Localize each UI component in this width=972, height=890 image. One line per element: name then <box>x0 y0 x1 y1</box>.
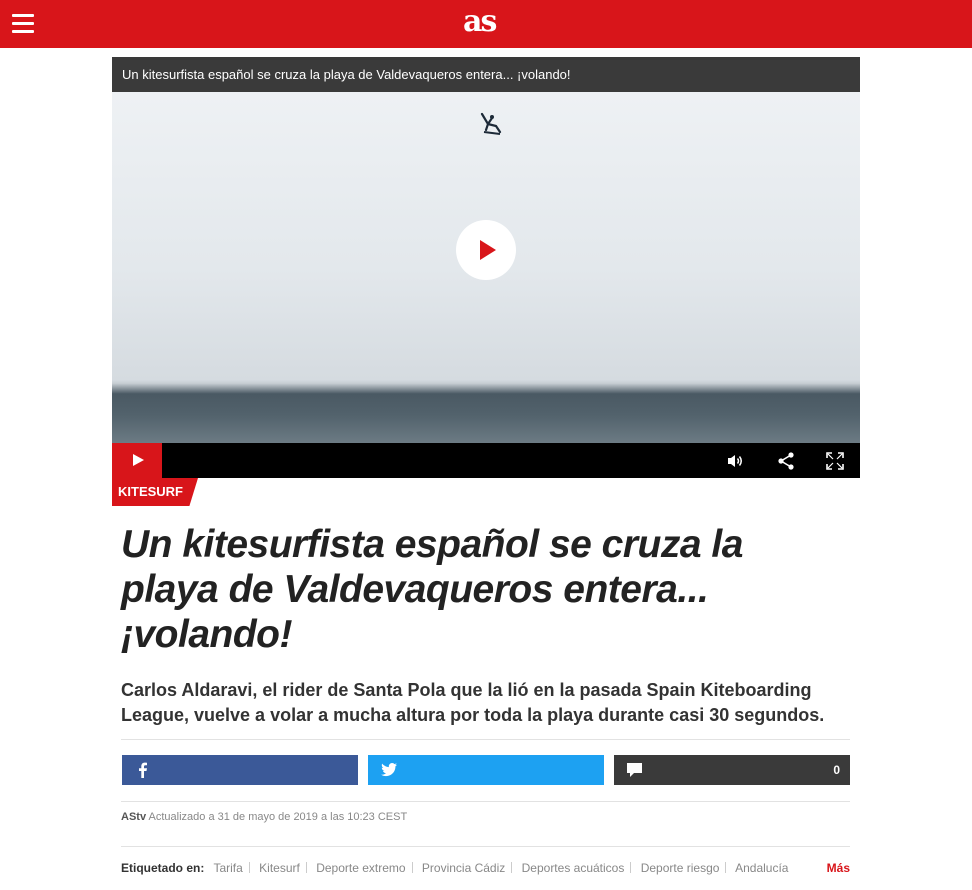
fullscreen-icon[interactable] <box>825 451 845 471</box>
tag-item[interactable]: Deportes acuáticos <box>522 861 625 875</box>
tag-separator <box>248 862 250 873</box>
twitter-icon <box>381 763 397 777</box>
tag-separator <box>630 862 632 873</box>
author-name[interactable]: AStv <box>121 811 146 823</box>
volume-icon[interactable] <box>725 451 745 471</box>
tag-item[interactable]: Tarifa <box>213 861 242 875</box>
video-player[interactable]: Un kitesurfista español se cruza la play… <box>112 57 860 478</box>
kitesurfer-figure <box>480 112 502 135</box>
video-frame[interactable] <box>112 92 860 443</box>
more-tags-link[interactable]: Más <box>827 861 850 875</box>
tag-separator <box>511 862 513 873</box>
play-button[interactable] <box>456 220 516 280</box>
tag-separator <box>411 862 413 873</box>
menu-icon[interactable] <box>12 14 34 34</box>
tag-item[interactable]: Provincia Cádiz <box>422 861 505 875</box>
divider <box>121 801 850 802</box>
control-play-button[interactable] <box>112 443 162 478</box>
tag-item[interactable]: Deporte riesgo <box>641 861 720 875</box>
play-icon <box>133 454 144 466</box>
facebook-share-button[interactable] <box>122 755 358 785</box>
video-title: Un kitesurfista español se cruza la play… <box>112 57 860 92</box>
article-headline: Un kitesurfista español se cruza la play… <box>121 523 743 656</box>
article-subheadline: Carlos Aldaravi, el rider de Santa Pola … <box>121 680 825 725</box>
twitter-share-button[interactable] <box>368 755 604 785</box>
share-icon[interactable] <box>776 451 796 471</box>
top-bar: as <box>0 0 972 48</box>
comments-button[interactable]: 0 <box>614 755 850 785</box>
tag-item[interactable]: Andalucía <box>735 861 788 875</box>
tag-item[interactable]: Kitesurf <box>259 861 300 875</box>
tag-separator <box>305 862 307 873</box>
tag-list: Etiquetado en: Tarifa Kitesurf Deporte e… <box>121 861 850 875</box>
comments-count: 0 <box>833 763 840 777</box>
facebook-icon <box>139 762 147 778</box>
tag-separator <box>725 862 727 873</box>
divider <box>121 846 850 847</box>
comment-icon <box>627 763 642 777</box>
video-controls <box>112 443 860 478</box>
divider <box>121 739 850 740</box>
tags-label: Etiquetado en: <box>121 861 205 875</box>
play-icon <box>480 240 496 260</box>
section-tag[interactable]: KITESURF <box>112 478 198 506</box>
tag-item[interactable]: Deporte extremo <box>316 861 405 875</box>
updated-timestamp: Actualizado a 31 de mayo de 2019 a las 1… <box>148 811 408 823</box>
site-logo[interactable]: as <box>463 5 497 39</box>
byline: AStv Actualizado a 31 de mayo de 2019 a … <box>121 811 407 823</box>
